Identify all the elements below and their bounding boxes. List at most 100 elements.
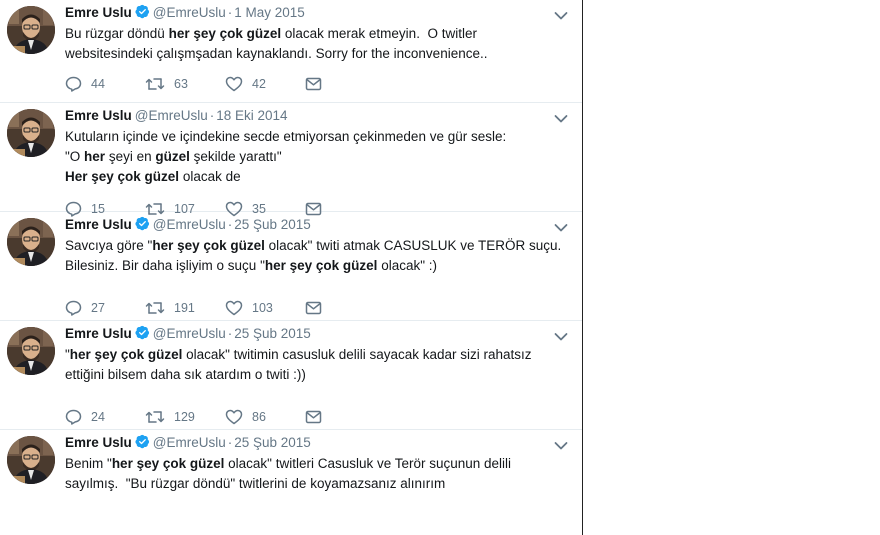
highlighted-text: Her şey çok güzel [65,169,180,184]
separator-dot: · [227,5,233,20]
highlighted-text: her şey çok güzel [111,456,225,471]
chevron-down-icon[interactable] [554,438,568,450]
avatar[interactable] [7,327,55,375]
tweet-date[interactable]: 25 Şub 2015 [234,217,311,232]
tweet[interactable]: Emre Uslu @EmreUslu · 25 Şub 2015 Savcıya gö… [0,212,582,321]
text-segment: Bu rüzgar döndü [65,26,169,41]
avatar[interactable] [7,6,55,54]
reply-button[interactable]: 44 [65,76,145,92]
tweet-text: Bu rüzgar döndü her şey çok güzel olacak… [65,24,564,64]
direct-message-button[interactable] [305,301,385,315]
tweet[interactable]: Emre Uslu @EmreUslu · 25 Şub 2015 Benim "her… [0,430,582,535]
direct-message-button[interactable] [305,410,385,424]
tweet-content: Emre Uslu @EmreUslu · 25 Şub 2015 "her şey ç… [65,325,568,385]
tweet[interactable]: Emre Uslu @EmreUslu · 25 Şub 2015 "her şey ç… [0,321,582,430]
reply-count: 44 [91,77,105,91]
author-handle[interactable]: @EmreUslu [153,217,226,232]
like-button[interactable]: 86 [225,409,305,425]
separator-dot: · [227,435,233,450]
tweet-content: Emre Uslu @EmreUslu · 25 Şub 2015 Savcıya gö… [65,216,568,276]
chevron-down-icon[interactable] [554,111,568,123]
avatar[interactable] [7,218,55,266]
tweet-date[interactable]: 25 Şub 2015 [234,435,311,450]
tweet-actions: 44 63 42 [65,74,385,94]
reply-button[interactable]: 24 [65,409,145,425]
envelope-icon [305,410,322,424]
tweet-content: Emre Uslu @EmreUslu · 25 Şub 2015 Benim "her… [65,434,568,494]
author-name[interactable]: Emre Uslu [65,108,132,123]
avatar[interactable] [7,109,55,157]
verified-badge-icon [135,434,150,454]
author-name[interactable]: Emre Uslu [65,435,132,450]
reply-button[interactable]: 27 [65,300,145,316]
tweet-timeline: Emre Uslu @EmreUslu · 1 May 2015 Bu rüzgar d… [0,0,583,535]
like-count: 42 [252,77,266,91]
tweet-date[interactable]: 1 May 2015 [234,5,305,20]
heart-icon [225,76,252,92]
tweet-actions: 24 129 86 [65,407,385,427]
envelope-icon [305,301,322,315]
tweet-actions: 27 191 103 [65,298,385,318]
reply-count: 27 [91,301,105,315]
author-handle[interactable]: @EmreUslu [153,5,226,20]
verified-badge-icon [135,216,150,236]
direct-message-button[interactable] [305,77,385,91]
heart-icon [225,300,252,316]
text-segment: olacak de [179,169,241,184]
tweet-text: Benim "her şey çok güzel olacak" twitler… [65,454,564,494]
like-button[interactable]: 103 [225,300,305,316]
author-name[interactable]: Emre Uslu [65,326,132,341]
chevron-down-icon[interactable] [554,329,568,341]
reply-icon [65,409,91,425]
tweet-header: Emre Uslu @EmreUslu · 18 Eki 2014 [65,107,564,125]
highlighted-text: her şey çok güzel [264,258,378,273]
tweet-content: Emre Uslu @EmreUslu · 1 May 2015 Bu rüzgar d… [65,4,568,64]
author-handle[interactable]: @EmreUslu [153,435,226,450]
tweet-text: Kutuların içinde ve içindekine secde etm… [65,127,564,187]
text-segment: şekilde yarattı" [193,149,282,164]
retweet-button[interactable]: 63 [145,76,225,92]
tweet-content: Emre Uslu @EmreUslu · 18 Eki 2014 Kutuların … [65,107,568,187]
author-handle[interactable]: @EmreUslu [153,326,226,341]
text-segment: şeyi en [105,149,156,164]
verified-badge-icon [135,325,150,345]
tweet-date[interactable]: 18 Eki 2014 [216,108,287,123]
retweet-button[interactable]: 191 [145,300,225,316]
like-button[interactable]: 42 [225,76,305,92]
verified-badge-icon [135,4,150,24]
retweet-count: 191 [174,301,195,315]
separator-dot: · [227,217,233,232]
retweet-icon [145,409,174,425]
separator-dot: · [227,326,233,341]
retweet-count: 129 [174,410,195,424]
author-name[interactable]: Emre Uslu [65,5,132,20]
avatar[interactable] [7,436,55,484]
highlighted-text: her şey çok güzel [69,347,183,362]
tweet[interactable]: Emre Uslu @EmreUslu · 18 Eki 2014 Kutuların … [0,103,582,217]
tweet[interactable]: Emre Uslu @EmreUslu · 1 May 2015 Bu rüzgar d… [0,0,582,103]
tweet-header: Emre Uslu @EmreUslu · 25 Şub 2015 [65,216,564,234]
highlighted-text: her şey çok güzel [152,238,265,253]
author-handle[interactable]: @EmreUslu [135,108,208,123]
text-segment: olacak" :) [377,258,438,273]
tweet-text: "her şey çok güzel olacak" twitimin casu… [65,345,564,385]
tweet-header: Emre Uslu @EmreUslu · 1 May 2015 [65,4,564,22]
like-count: 86 [252,410,266,424]
tweet-date[interactable]: 25 Şub 2015 [234,326,311,341]
reply-count: 24 [91,410,105,424]
text-segment: Benim " [65,456,112,471]
retweet-count: 63 [174,77,188,91]
retweet-button[interactable]: 129 [145,409,225,425]
heart-icon [225,409,252,425]
retweet-icon [145,300,174,316]
text-segment: Savcıya göre " [65,238,153,253]
retweet-icon [145,76,174,92]
like-count: 103 [252,301,273,315]
chevron-down-icon[interactable] [554,220,568,232]
chevron-down-icon[interactable] [554,8,568,20]
highlighted-text: güzel [155,149,190,164]
envelope-icon [305,77,322,91]
reply-icon [65,300,91,316]
author-name[interactable]: Emre Uslu [65,217,132,232]
highlighted-text: her şey çok güzel [168,26,282,41]
